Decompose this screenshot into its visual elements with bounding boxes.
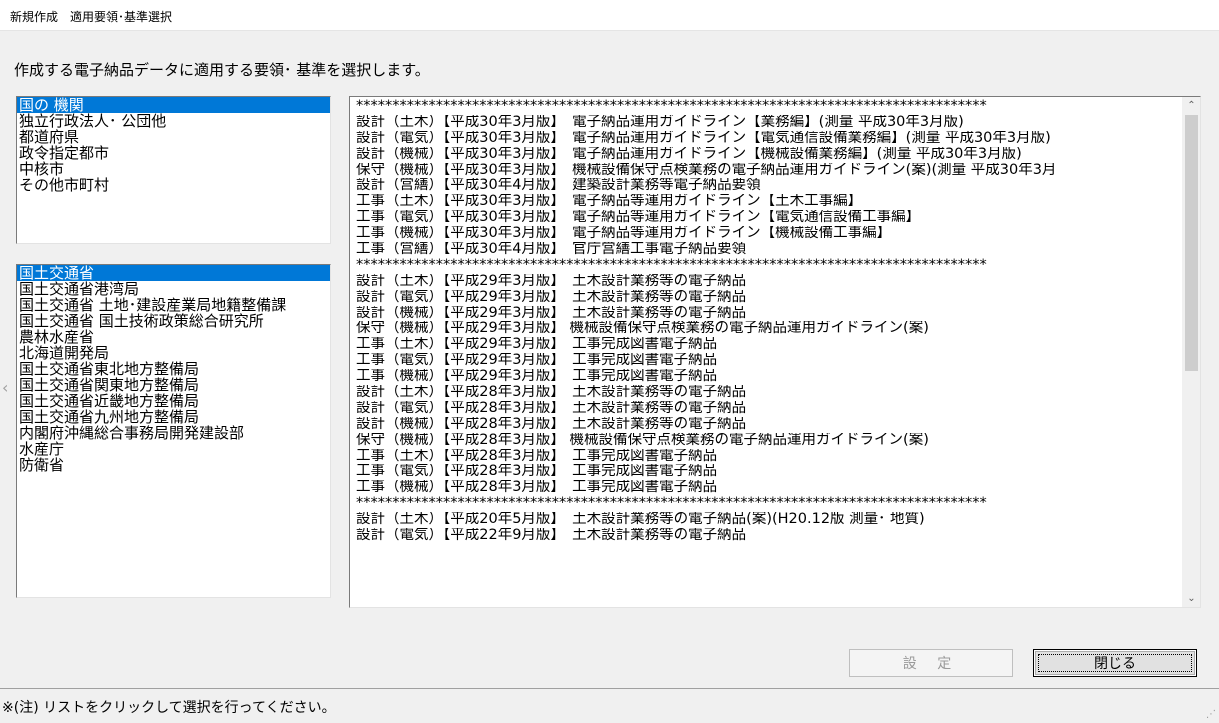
org-type-item[interactable]: その他市町村 bbox=[17, 177, 330, 193]
set-button[interactable]: 設 定 bbox=[849, 649, 1013, 677]
agency-item[interactable]: 防衛省 bbox=[17, 457, 330, 473]
standard-item[interactable]: 工事（土木）【平成29年3月版】 工事完成図書電子納品 bbox=[354, 337, 1180, 353]
standard-item[interactable]: 設計（機械）【平成29年3月版】 土木設計業務等の電子納品 bbox=[354, 306, 1180, 322]
standard-item[interactable]: 設計（機械）【平成28年3月版】 土木設計業務等の電子納品 bbox=[354, 417, 1180, 433]
standard-item[interactable]: 設計（電気）【平成22年9月版】 土木設計業務等の電子納品 bbox=[354, 528, 1180, 544]
agency-item[interactable]: 国土交通省 国土技術政策総合研究所 bbox=[17, 313, 330, 329]
standard-item[interactable]: 設計（土木）【平成29年3月版】 土木設計業務等の電子納品 bbox=[354, 274, 1180, 290]
org-type-item[interactable]: 国の 機関 bbox=[17, 97, 330, 113]
standard-item[interactable]: ****************************************… bbox=[354, 258, 1180, 274]
standard-item[interactable]: 設計（電気）【平成28年3月版】 土木設計業務等の電子納品 bbox=[354, 401, 1180, 417]
org-type-item[interactable]: 政令指定都市 bbox=[17, 145, 330, 161]
standard-item[interactable]: 設計（電気）【平成29年3月版】 土木設計業務等の電子納品 bbox=[354, 290, 1180, 306]
standard-item[interactable]: 保守（機械）【平成30年3月版】 機械設備保守点検業務の電子納品運用ガイドライン… bbox=[354, 163, 1180, 179]
standard-item[interactable]: 設計（土木）【平成20年5月版】 土木設計業務等の電子納品(案)(H20.12版… bbox=[354, 512, 1180, 528]
agency-item[interactable]: 水産庁 bbox=[17, 441, 330, 457]
title-bar: 新規作成 適用要領･基準選択 bbox=[0, 0, 1219, 31]
standard-item[interactable]: 工事（機械）【平成28年3月版】 工事完成図書電子納品 bbox=[354, 480, 1180, 496]
standard-item[interactable]: 工事（電気）【平成28年3月版】 工事完成図書電子納品 bbox=[354, 464, 1180, 480]
org-type-item[interactable]: 都道府県 bbox=[17, 129, 330, 145]
agency-item[interactable]: 内閣府沖縄総合事務局開発建設部 bbox=[17, 425, 330, 441]
agency-item[interactable]: 国土交通省近畿地方整備局 bbox=[17, 393, 330, 409]
scroll-up-icon[interactable]: ⌃ bbox=[1183, 97, 1200, 114]
status-text: ※(注) リストをクリックして選択を行ってください。 bbox=[2, 700, 336, 716]
standard-item[interactable]: 設計（電気）【平成30年3月版】 電子納品運用ガイドライン【電気通信設備業務編】… bbox=[354, 131, 1180, 147]
org-type-item[interactable]: 中核市 bbox=[17, 161, 330, 177]
window-title: 新規作成 適用要領･基準選択 bbox=[10, 10, 173, 24]
standard-item[interactable]: ****************************************… bbox=[354, 496, 1180, 512]
standard-item[interactable]: 設計（土木）【平成30年3月版】 電子納品運用ガイドライン【業務編】(測量 平成… bbox=[354, 115, 1180, 131]
status-bar: ※(注) リストをクリックして選択を行ってください。 ⋰ bbox=[0, 688, 1219, 723]
instruction-text: 作成する電子納品データに適用する要領･ 基準を選択します。 bbox=[14, 61, 430, 79]
agency-item[interactable]: 国土交通省 土地･建設産業局地籍整備課 bbox=[17, 297, 330, 313]
standard-item[interactable]: 工事（土木）【平成30年3月版】 電子納品等運用ガイドライン【土木工事編】 bbox=[354, 194, 1180, 210]
standard-item[interactable]: 工事（電気）【平成30年3月版】 電子納品等運用ガイドライン【電気通信設備工事編… bbox=[354, 210, 1180, 226]
standard-item[interactable]: 設計（土木）【平成28年3月版】 土木設計業務等の電子納品 bbox=[354, 385, 1180, 401]
standard-item[interactable]: 工事（機械）【平成29年3月版】 工事完成図書電子納品 bbox=[354, 369, 1180, 385]
agency-item[interactable]: 国土交通省港湾局 bbox=[17, 281, 330, 297]
agency-item[interactable]: 国土交通省 bbox=[17, 265, 330, 281]
standards-list[interactable]: ****************************************… bbox=[349, 96, 1201, 608]
scroll-down-icon[interactable]: ⌄ bbox=[1183, 590, 1200, 607]
resize-grip-icon[interactable]: ⋰ bbox=[1206, 709, 1216, 720]
close-button-label: 閉じる bbox=[1094, 656, 1136, 672]
agency-item[interactable]: 農林水産省 bbox=[17, 329, 330, 345]
standard-item[interactable]: 工事（電気）【平成29年3月版】 工事完成図書電子納品 bbox=[354, 353, 1180, 369]
standard-item[interactable]: 工事（営繕）【平成30年4月版】 官庁営繕工事電子納品要領 bbox=[354, 242, 1180, 258]
agency-item[interactable]: 北海道開発局 bbox=[17, 345, 330, 361]
standard-item[interactable]: 保守（機械）【平成28年3月版】 機械設備保守点検業務の電子納品運用ガイドライン… bbox=[354, 433, 1180, 449]
org-type-list[interactable]: 国の 機関 独立行政法人･ 公団他 都道府県 政令指定都市 中核市 その他市町村 bbox=[16, 96, 331, 244]
standards-scrollbar[interactable]: ⌃ ⌄ bbox=[1182, 97, 1200, 607]
standard-item[interactable]: 保守（機械）【平成29年3月版】 機械設備保守点検業務の電子納品運用ガイドライン… bbox=[354, 321, 1180, 337]
standard-item[interactable]: 工事（機械）【平成30年3月版】 電子納品等運用ガイドライン【機械設備工事編】 bbox=[354, 226, 1180, 242]
standard-item[interactable]: ****************************************… bbox=[354, 99, 1180, 115]
org-type-item[interactable]: 独立行政法人･ 公団他 bbox=[17, 113, 330, 129]
chevron-left-icon: ‹ bbox=[2, 378, 9, 397]
agency-item[interactable]: 国土交通省東北地方整備局 bbox=[17, 361, 330, 377]
standard-item[interactable]: 設計（営繕）【平成30年4月版】 建築設計業務等電子納品要領 bbox=[354, 178, 1180, 194]
agency-item[interactable]: 国土交通省関東地方整備局 bbox=[17, 377, 330, 393]
agency-item[interactable]: 国土交通省九州地方整備局 bbox=[17, 409, 330, 425]
standard-item[interactable]: 工事（土木）【平成28年3月版】 工事完成図書電子納品 bbox=[354, 449, 1180, 465]
standard-item[interactable]: 設計（機械）【平成30年3月版】 電子納品運用ガイドライン【機械設備業務編】(測… bbox=[354, 147, 1180, 163]
agency-list[interactable]: 国土交通省 国土交通省港湾局 国土交通省 土地･建設産業局地籍整備課 国土交通省 国土… bbox=[16, 264, 331, 598]
close-button[interactable]: 閉じる bbox=[1033, 649, 1197, 677]
scroll-thumb[interactable] bbox=[1185, 115, 1198, 371]
